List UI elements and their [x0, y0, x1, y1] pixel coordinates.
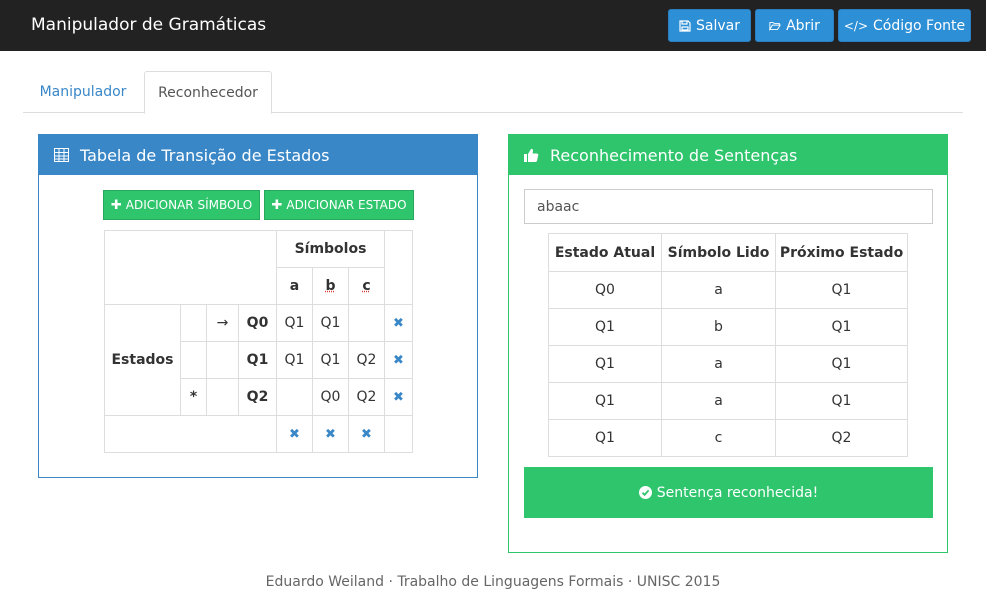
source-code-label: Código Fonte	[873, 17, 966, 34]
add-state-label: ADICIONAR ESTADO	[286, 198, 407, 212]
initial-marker-q1[interactable]	[206, 341, 239, 379]
source-code-button[interactable]: </> Código Fonte	[838, 9, 971, 42]
tab-bar: Manipulador Reconhecedor	[23, 71, 963, 114]
add-symbol-button[interactable]: ✚ ADICIONAR SÍMBOLO	[103, 190, 260, 220]
cell-current-state: Q1	[548, 308, 662, 346]
transition-cell[interactable]: Q1	[276, 304, 313, 342]
transition-cell[interactable]: Q0	[312, 378, 349, 416]
thumbs-up-icon	[524, 148, 539, 162]
cell-next-state: Q1	[775, 345, 908, 383]
transition-table-panel: Tabela de Transição de Estados ✚ ADICION…	[38, 134, 478, 478]
cell-symbol-read: a	[661, 382, 776, 420]
state-label-q0: Q0	[238, 304, 277, 342]
sentence-recognition-title: Reconhecimento de Sentenças	[550, 145, 798, 165]
corner-cell	[104, 230, 277, 305]
floppy-disk-icon	[679, 19, 691, 32]
remove-symbol-icon[interactable]: ✖	[325, 427, 336, 442]
cell-next-state: Q1	[775, 308, 908, 346]
transition-table-title: Tabela de Transição de Estados	[80, 145, 330, 165]
recognition-result-text: Sentença reconhecida!	[656, 484, 819, 501]
remove-symbol-icon[interactable]: ✖	[289, 427, 300, 442]
footer-action-cell	[384, 415, 413, 453]
folder-open-icon	[769, 21, 782, 31]
footer-credits: Eduardo Weiland · Trabalho de Linguagens…	[265, 574, 721, 590]
cell-next-state: Q1	[775, 271, 908, 309]
states-header: Estados	[104, 304, 181, 416]
remove-state-icon[interactable]: ✖	[393, 316, 404, 331]
transition-cell[interactable]: Q1	[312, 304, 349, 342]
cell-current-state: Q1	[548, 345, 662, 383]
tab-reconhecedor[interactable]: Reconhecedor	[144, 71, 272, 114]
plus-icon: ✚	[271, 197, 283, 213]
table-icon	[54, 148, 69, 162]
transition-cell[interactable]	[276, 378, 313, 416]
cell-current-state: Q1	[548, 419, 662, 457]
cell-next-state: Q2	[775, 419, 908, 457]
state-label-q2: Q2	[238, 378, 277, 416]
cell-next-state: Q1	[775, 382, 908, 420]
cell-symbol-read: b	[661, 308, 776, 346]
save-button[interactable]: Salvar	[668, 9, 751, 42]
column-header-symbol-read: Símbolo Lido	[661, 233, 776, 272]
cell-current-state: Q1	[548, 382, 662, 420]
transition-cell[interactable]: Q1	[276, 341, 313, 379]
check-circle-icon	[638, 486, 652, 499]
cell-current-state: Q0	[548, 271, 662, 309]
remove-symbol-icon[interactable]: ✖	[361, 427, 372, 442]
add-symbol-label: ADICIONAR SÍMBOLO	[125, 198, 253, 212]
table-row: Q1 b Q1	[548, 308, 908, 346]
save-label: Salvar	[696, 17, 740, 34]
sentence-input[interactable]	[524, 189, 933, 224]
remove-state-icon[interactable]: ✖	[393, 353, 404, 368]
cell-symbol-read: a	[661, 345, 776, 383]
tab-manipulador[interactable]: Manipulador	[23, 71, 143, 113]
table-row: Q1 c Q2	[548, 419, 908, 457]
symbol-header-b: b	[325, 278, 336, 294]
final-marker-q0[interactable]	[180, 304, 207, 342]
open-button[interactable]: Abrir	[755, 9, 834, 42]
cell-symbol-read: a	[661, 271, 776, 309]
final-marker-q2[interactable]: *	[180, 378, 207, 416]
symbol-header-c: c	[362, 278, 371, 294]
symbol-header-a: a	[276, 267, 313, 305]
transition-cell[interactable]	[348, 304, 385, 342]
sentence-recognition-panel: Reconhecimento de Sentenças Estado Atual…	[508, 134, 948, 553]
recognition-result-alert: Sentença reconhecida!	[524, 467, 933, 518]
code-icon: </>	[843, 18, 869, 33]
table-row: Q1 a Q1	[548, 345, 908, 383]
transition-table: Símbolos a b c Estados → Q0 Q1 Q1 ✖ Q1 Q…	[104, 230, 413, 453]
transition-cell[interactable]: Q1	[312, 341, 349, 379]
recognition-steps-table: Estado Atual Símbolo Lido Próximo Estado…	[548, 233, 908, 457]
initial-marker-q2[interactable]	[206, 378, 239, 416]
sentence-recognition-heading: Reconhecimento de Sentenças	[509, 135, 947, 175]
initial-marker-q0[interactable]: →	[206, 304, 239, 342]
transition-cell[interactable]: Q2	[348, 341, 385, 379]
state-label-q1: Q1	[238, 341, 277, 379]
column-header-current-state: Estado Atual	[548, 233, 662, 272]
transition-table-heading: Tabela de Transição de Estados	[39, 135, 477, 175]
symbols-header: Símbolos	[276, 230, 385, 268]
plus-icon: ✚	[110, 197, 122, 213]
cell-symbol-read: c	[661, 419, 776, 457]
column-header-next-state: Próximo Estado	[775, 233, 908, 272]
remove-state-icon[interactable]: ✖	[393, 390, 404, 405]
open-label: Abrir	[786, 17, 820, 34]
header-action-cell	[384, 230, 413, 305]
table-row: Q0 a Q1	[548, 271, 908, 309]
table-row: Q1 a Q1	[548, 382, 908, 420]
top-navbar: Manipulador de Gramáticas Salvar Abrir <…	[0, 0, 986, 51]
app-title: Manipulador de Gramáticas	[31, 15, 267, 35]
add-state-button[interactable]: ✚ ADICIONAR ESTADO	[264, 190, 414, 220]
transition-cell[interactable]: Q2	[348, 378, 385, 416]
footer-blank-cell	[104, 415, 277, 453]
final-marker-q1[interactable]	[180, 341, 207, 379]
